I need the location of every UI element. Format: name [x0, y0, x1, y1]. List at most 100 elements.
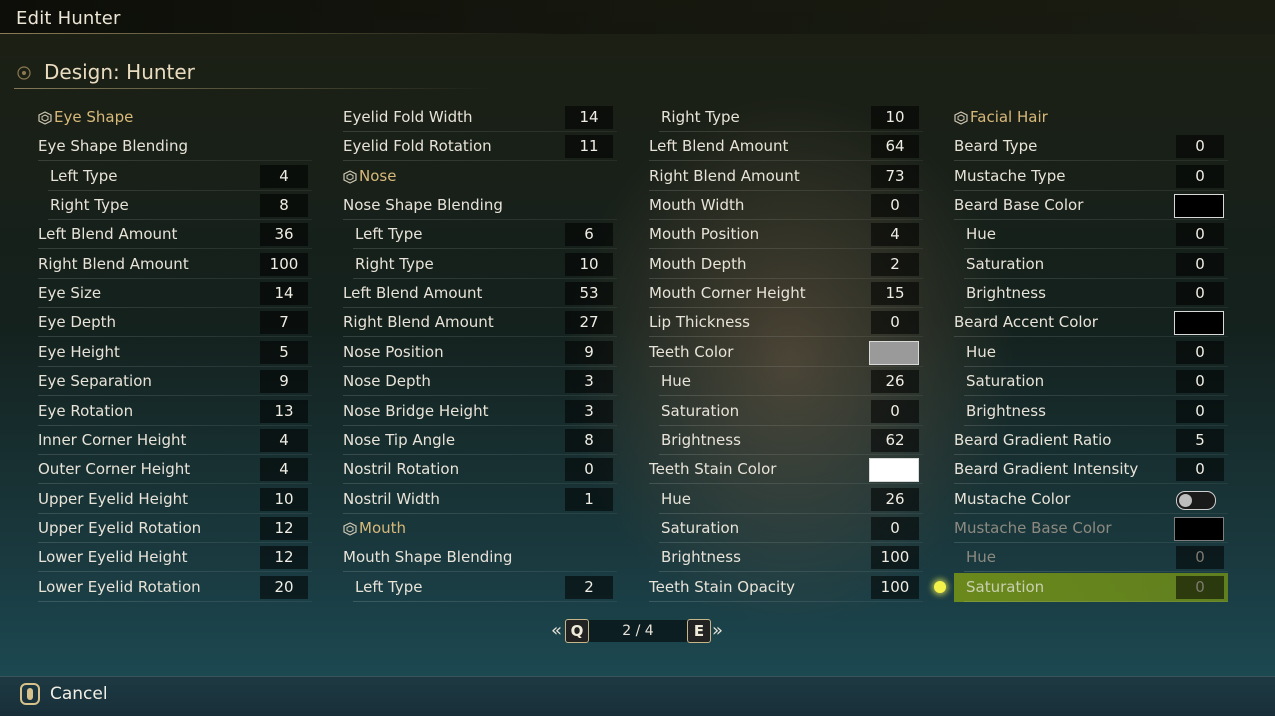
setting-row-teeth-color[interactable]: Teeth Color [649, 338, 923, 367]
setting-row-nose-depth[interactable]: Nose Depth 3 [343, 367, 617, 397]
setting-value[interactable]: 10 [565, 252, 613, 276]
setting-row-right-blend-amount[interactable]: Right Blend Amount 27 [343, 308, 617, 338]
setting-row-mustache-color[interactable]: Mustache Color [954, 485, 1228, 514]
setting-value[interactable]: 0 [871, 516, 919, 540]
setting-row-nose-tip-angle[interactable]: Nose Tip Angle 8 [343, 426, 617, 455]
setting-value[interactable]: 0 [1176, 282, 1224, 306]
setting-value[interactable]: 27 [565, 311, 613, 335]
setting-value[interactable]: 26 [871, 370, 919, 394]
setting-row-hue[interactable]: Hue 0 [954, 543, 1228, 573]
setting-value[interactable]: 15 [871, 282, 919, 306]
setting-value[interactable]: 62 [871, 428, 919, 452]
color-swatch[interactable] [1174, 311, 1224, 336]
setting-row-brightness[interactable]: Brightness 62 [649, 426, 923, 455]
setting-row-left-blend-amount[interactable]: Left Blend Amount 53 [343, 279, 617, 309]
setting-value[interactable]: 36 [260, 223, 308, 247]
setting-row-right-type[interactable]: Right Type 10 [649, 103, 923, 132]
setting-row-right-type[interactable]: Right Type 8 [38, 191, 312, 221]
setting-value[interactable]: 11 [565, 135, 613, 159]
setting-value[interactable]: 0 [871, 194, 919, 218]
setting-row-upper-eyelid-rotation[interactable]: Upper Eyelid Rotation 12 [38, 514, 312, 543]
setting-value[interactable]: 0 [1176, 223, 1224, 247]
setting-value[interactable]: 2 [871, 252, 919, 276]
setting-value[interactable]: 12 [260, 546, 308, 570]
setting-row-eye-rotation[interactable]: Eye Rotation 13 [38, 397, 312, 426]
setting-value[interactable]: 13 [260, 399, 308, 423]
setting-value[interactable]: 20 [260, 575, 308, 599]
setting-value[interactable]: 0 [1176, 546, 1224, 570]
setting-value[interactable]: 0 [1176, 252, 1224, 276]
setting-value[interactable]: 10 [871, 106, 919, 129]
setting-value[interactable]: 9 [260, 370, 308, 394]
setting-row-hue[interactable]: Hue 0 [954, 220, 1228, 250]
setting-row-nose-position[interactable]: Nose Position 9 [343, 338, 617, 367]
setting-value[interactable]: 5 [260, 340, 308, 364]
toggle-switch[interactable] [1176, 490, 1216, 510]
setting-row-mustache-type[interactable]: Mustache Type 0 [954, 162, 1228, 191]
setting-value[interactable]: 0 [1176, 164, 1224, 188]
setting-row-right-type[interactable]: Right Type 10 [343, 250, 617, 279]
setting-row-mustache-base-color[interactable]: Mustache Base Color [954, 514, 1228, 543]
e-key-next-page[interactable]: E [687, 619, 711, 643]
setting-row-left-type[interactable]: Left Type 4 [38, 162, 312, 191]
setting-row-nostril-rotation[interactable]: Nostril Rotation 0 [343, 455, 617, 485]
setting-row-eye-depth[interactable]: Eye Depth 7 [38, 308, 312, 338]
color-swatch[interactable] [869, 458, 919, 483]
setting-row-mouth-depth[interactable]: Mouth Depth 2 [649, 250, 923, 279]
setting-value[interactable]: 2 [565, 575, 613, 599]
setting-row-eye-separation[interactable]: Eye Separation 9 [38, 367, 312, 397]
setting-row-eyelid-fold-rotation[interactable]: Eyelid Fold Rotation 11 [343, 132, 617, 162]
setting-row-left-blend-amount[interactable]: Left Blend Amount 64 [649, 132, 923, 162]
setting-value[interactable]: 8 [260, 194, 308, 218]
setting-row-eye-height[interactable]: Eye Height 5 [38, 338, 312, 367]
setting-value[interactable]: 64 [871, 135, 919, 159]
setting-row-saturation[interactable]: Saturation 0 [649, 514, 923, 543]
setting-value[interactable]: 6 [565, 223, 613, 247]
setting-row-mouth-shape-blending[interactable]: Mouth Shape Blending [343, 543, 617, 573]
setting-row-saturation[interactable]: Saturation 0 [954, 367, 1228, 397]
setting-value[interactable]: 4 [260, 428, 308, 452]
setting-value[interactable]: 0 [1176, 399, 1224, 423]
setting-row-left-type[interactable]: Left Type 2 [343, 573, 617, 602]
setting-row-mouth-width[interactable]: Mouth Width 0 [649, 191, 923, 221]
setting-row-inner-corner-height[interactable]: Inner Corner Height 4 [38, 426, 312, 455]
setting-row-hue[interactable]: Hue 26 [649, 367, 923, 397]
setting-row-mouth-corner-height[interactable]: Mouth Corner Height 15 [649, 279, 923, 309]
setting-value[interactable]: 0 [871, 311, 919, 335]
setting-row-right-blend-amount[interactable]: Right Blend Amount 100 [38, 250, 312, 279]
setting-value[interactable]: 0 [1176, 340, 1224, 364]
setting-row-upper-eyelid-height[interactable]: Upper Eyelid Height 10 [38, 485, 312, 514]
setting-row-beard-type[interactable]: Beard Type 0 [954, 132, 1228, 162]
setting-value[interactable]: 26 [871, 487, 919, 511]
setting-value[interactable]: 14 [260, 282, 308, 306]
cancel-button[interactable]: Cancel [50, 684, 108, 704]
q-key-prev-page[interactable]: Q [565, 619, 589, 643]
setting-value[interactable]: 100 [871, 575, 919, 599]
setting-value[interactable]: 0 [565, 458, 613, 482]
setting-value[interactable]: 10 [260, 487, 308, 511]
setting-value[interactable]: 73 [871, 164, 919, 188]
setting-value[interactable]: 14 [565, 106, 613, 129]
setting-row-brightness[interactable]: Brightness 0 [954, 279, 1228, 309]
setting-row-beard-accent-color[interactable]: Beard Accent Color [954, 308, 1228, 338]
setting-value[interactable]: 0 [1176, 458, 1224, 482]
setting-row-brightness[interactable]: Brightness 0 [954, 397, 1228, 426]
setting-row-nose-bridge-height[interactable]: Nose Bridge Height 3 [343, 397, 617, 426]
setting-row-outer-corner-height[interactable]: Outer Corner Height 4 [38, 455, 312, 485]
setting-value[interactable]: 12 [260, 516, 308, 540]
setting-value[interactable]: 100 [260, 252, 308, 276]
setting-row-brightness[interactable]: Brightness 100 [649, 543, 923, 573]
color-swatch[interactable] [1174, 516, 1224, 541]
setting-value[interactable]: 0 [1176, 575, 1224, 599]
setting-row-beard-gradient-ratio[interactable]: Beard Gradient Ratio 5 [954, 426, 1228, 455]
setting-row-lower-eyelid-rotation[interactable]: Lower Eyelid Rotation 20 [38, 573, 312, 602]
setting-value[interactable]: 0 [1176, 135, 1224, 159]
setting-value[interactable]: 53 [565, 282, 613, 306]
setting-row-left-blend-amount[interactable]: Left Blend Amount 36 [38, 220, 312, 250]
setting-row-nostril-width[interactable]: Nostril Width 1 [343, 485, 617, 514]
setting-value[interactable]: 7 [260, 311, 308, 335]
setting-value[interactable]: 5 [1176, 428, 1224, 452]
setting-row-right-blend-amount[interactable]: Right Blend Amount 73 [649, 162, 923, 191]
setting-value[interactable]: 4 [260, 458, 308, 482]
setting-value[interactable]: 3 [565, 399, 613, 423]
